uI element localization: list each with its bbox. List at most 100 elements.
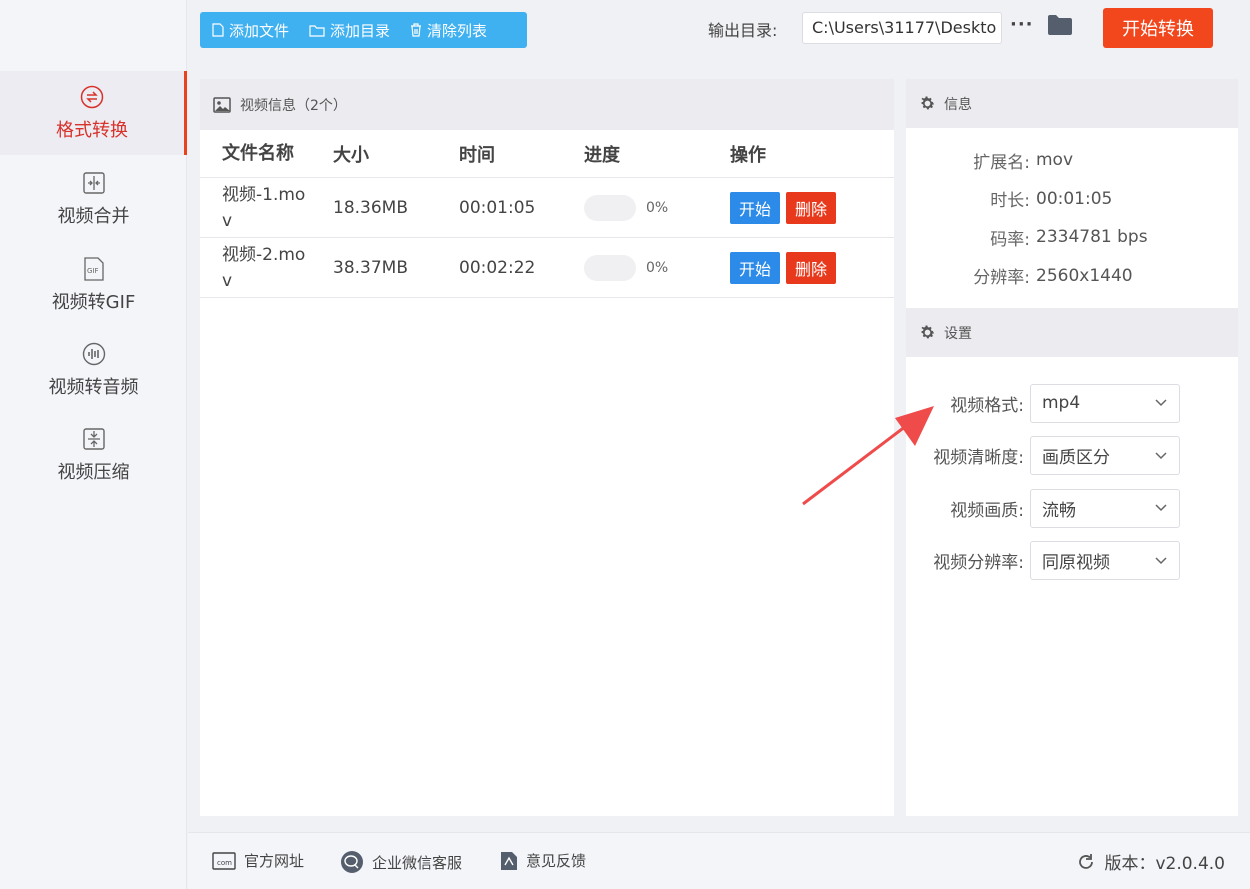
setting-label: 视频格式: (950, 395, 1024, 416)
info-value: 00:01:05 (1036, 188, 1113, 209)
output-path-field[interactable]: C:\Users\31177\Deskto (802, 12, 1002, 44)
trash-icon (411, 23, 422, 37)
version-info: 版本：v2.0.4.0 (1076, 849, 1225, 874)
select-value: 画质区分 (1042, 448, 1110, 469)
info-row: 分辨率: 2560x1440 (906, 257, 1238, 296)
col-filename: 文件名称 (222, 142, 294, 164)
version-label: 版本：v2.0.4.0 (1104, 854, 1225, 874)
add-dir-label: 添加目录 (330, 21, 391, 40)
table-row[interactable]: 视频-1.mo v 18.36MB 00:01:05 0% 开始 删除 (200, 178, 894, 238)
clear-list-label: 清除列表 (427, 21, 488, 40)
col-progress: 进度 (584, 144, 620, 166)
video-list-title: 视频信息（2个） (240, 97, 347, 114)
setting-row-resolution: 视频分辨率: 同原视频 (906, 535, 1238, 588)
sidebar-item-label: 视频转GIF (51, 292, 136, 313)
info-header: 信息 (906, 79, 1238, 128)
info-row: 时长: 00:01:05 (906, 180, 1238, 219)
gif-icon: GIF (81, 256, 107, 282)
col-time: 时间 (459, 144, 495, 166)
website-label: 官方网址 (244, 852, 305, 870)
gif-icon-text: GIF (87, 267, 99, 275)
folder-outline-icon (309, 24, 325, 37)
gear-icon (921, 96, 935, 110)
website-icon-text: com (217, 859, 232, 867)
website-link[interactable]: com 官方网址 (212, 850, 304, 871)
file-time: 00:02:22 (459, 257, 536, 278)
add-file-button[interactable]: 添加文件 (212, 20, 289, 41)
progress-cell: 0% (584, 254, 730, 281)
file-name: 视频-1.mo v (200, 182, 333, 234)
setting-label: 视频画质: (950, 500, 1024, 521)
sidebar-item-video-compress[interactable]: 视频压缩 (0, 413, 187, 497)
row-delete-button[interactable]: 删除 (786, 191, 837, 224)
sidebar-item-format-convert[interactable]: 格式转换 (0, 71, 187, 155)
quality-select[interactable]: 流畅 (1030, 488, 1180, 528)
progress-text: 0% (646, 259, 669, 276)
row-start-button[interactable]: 开始 (730, 191, 781, 224)
folder-icon[interactable] (1047, 14, 1073, 40)
select-value: 同原视频 (1042, 553, 1110, 574)
setting-label: 视频分辨率: (933, 553, 1024, 574)
add-file-label: 添加文件 (229, 21, 290, 40)
convert-icon (79, 84, 105, 110)
clear-list-button[interactable]: 清除列表 (410, 20, 487, 41)
feedback-link[interactable]: 意见反馈 (500, 850, 586, 871)
output-dir-label: 输出目录: (708, 21, 778, 40)
wechat-support-link[interactable]: 企业微信客服 (340, 850, 462, 874)
sidebar-item-video-to-audio[interactable]: 视频转音频 (0, 328, 187, 412)
row-start-button[interactable]: 开始 (730, 251, 781, 284)
progress-bar (584, 254, 636, 281)
file-name-line1: 视频-1.mo (222, 184, 306, 205)
merge-icon (81, 170, 107, 196)
footer: com 官方网址 企业微信客服 意见反馈 版本：v2.0.4.0 (188, 832, 1250, 889)
table-row[interactable]: 视频-2.mo v 38.37MB 00:02:22 0% 开始 删除 (200, 238, 894, 298)
sidebar-item-video-merge[interactable]: 视频合并 (0, 157, 187, 241)
actions-cell: 开始 删除 (730, 191, 894, 224)
wechat-label: 企业微信客服 (372, 853, 463, 872)
settings-title: 设置 (944, 325, 972, 342)
sidebar: 格式转换 视频合并 GIF 视频转GIF 视频转音频 视频压缩 (0, 0, 187, 889)
chevron-down-icon (1155, 399, 1167, 407)
select-value: mp4 (1042, 393, 1081, 414)
sidebar-item-label: 格式转换 (56, 120, 128, 141)
resolution-select[interactable]: 同原视频 (1030, 541, 1180, 581)
add-dir-button[interactable]: 添加目录 (309, 20, 390, 41)
sidebar-item-video-to-gif[interactable]: GIF 视频转GIF (0, 243, 187, 327)
actions-cell: 开始 删除 (730, 251, 894, 284)
col-actions: 操作 (730, 144, 766, 166)
feedback-label: 意见反馈 (526, 852, 587, 870)
info-row: 码率: 2334781 bps (906, 218, 1238, 257)
info-key: 扩展名: (973, 152, 1030, 173)
info-value: 2560x1440 (1036, 265, 1133, 286)
feedback-icon (501, 851, 517, 870)
sidebar-item-label: 视频压缩 (57, 462, 130, 483)
gear-icon (921, 325, 935, 339)
info-key: 码率: (990, 229, 1030, 250)
clarity-select[interactable]: 画质区分 (1030, 436, 1180, 476)
table-header: 文件名称 大小 时间 进度 操作 (200, 130, 894, 178)
col-size: 大小 (333, 144, 369, 166)
info-section: 扩展名: mov 时长: 00:01:05 码率: 2334781 bps 分辨率: 2… (906, 128, 1238, 308)
file-icon (212, 23, 224, 37)
toolbar: 添加文件 添加目录 清除列表 (200, 12, 527, 48)
chevron-down-icon (1155, 557, 1167, 564)
format-select[interactable]: mp4 (1030, 383, 1180, 423)
chevron-down-icon (1155, 452, 1167, 459)
select-value: 流畅 (1042, 500, 1076, 521)
info-title: 信息 (944, 96, 972, 113)
setting-row-quality: 视频画质: 流畅 (906, 482, 1238, 535)
settings-section: 视频格式: mp4 视频清晰度: 画质区分 视频画质: 流畅 视频分辨率: 同原视频 (906, 357, 1238, 587)
row-delete-button[interactable]: 删除 (786, 251, 837, 284)
more-options-button[interactable]: ··· (1010, 14, 1034, 35)
sidebar-item-label: 视频合并 (57, 206, 130, 227)
info-row: 扩展名: mov (906, 141, 1238, 180)
setting-row-clarity: 视频清晰度: 画质区分 (906, 430, 1238, 483)
video-list-panel: 视频信息（2个） 文件名称 大小 时间 进度 操作 视频-1.mo v 18.36… (200, 79, 894, 816)
start-convert-button[interactable]: 开始转换 (1103, 8, 1213, 48)
website-icon: com (212, 851, 236, 870)
audio-icon (81, 341, 107, 367)
chat-icon (341, 851, 363, 873)
progress-bar (584, 194, 636, 221)
file-name-line2: v (222, 210, 233, 231)
info-key: 时长: (990, 191, 1030, 212)
